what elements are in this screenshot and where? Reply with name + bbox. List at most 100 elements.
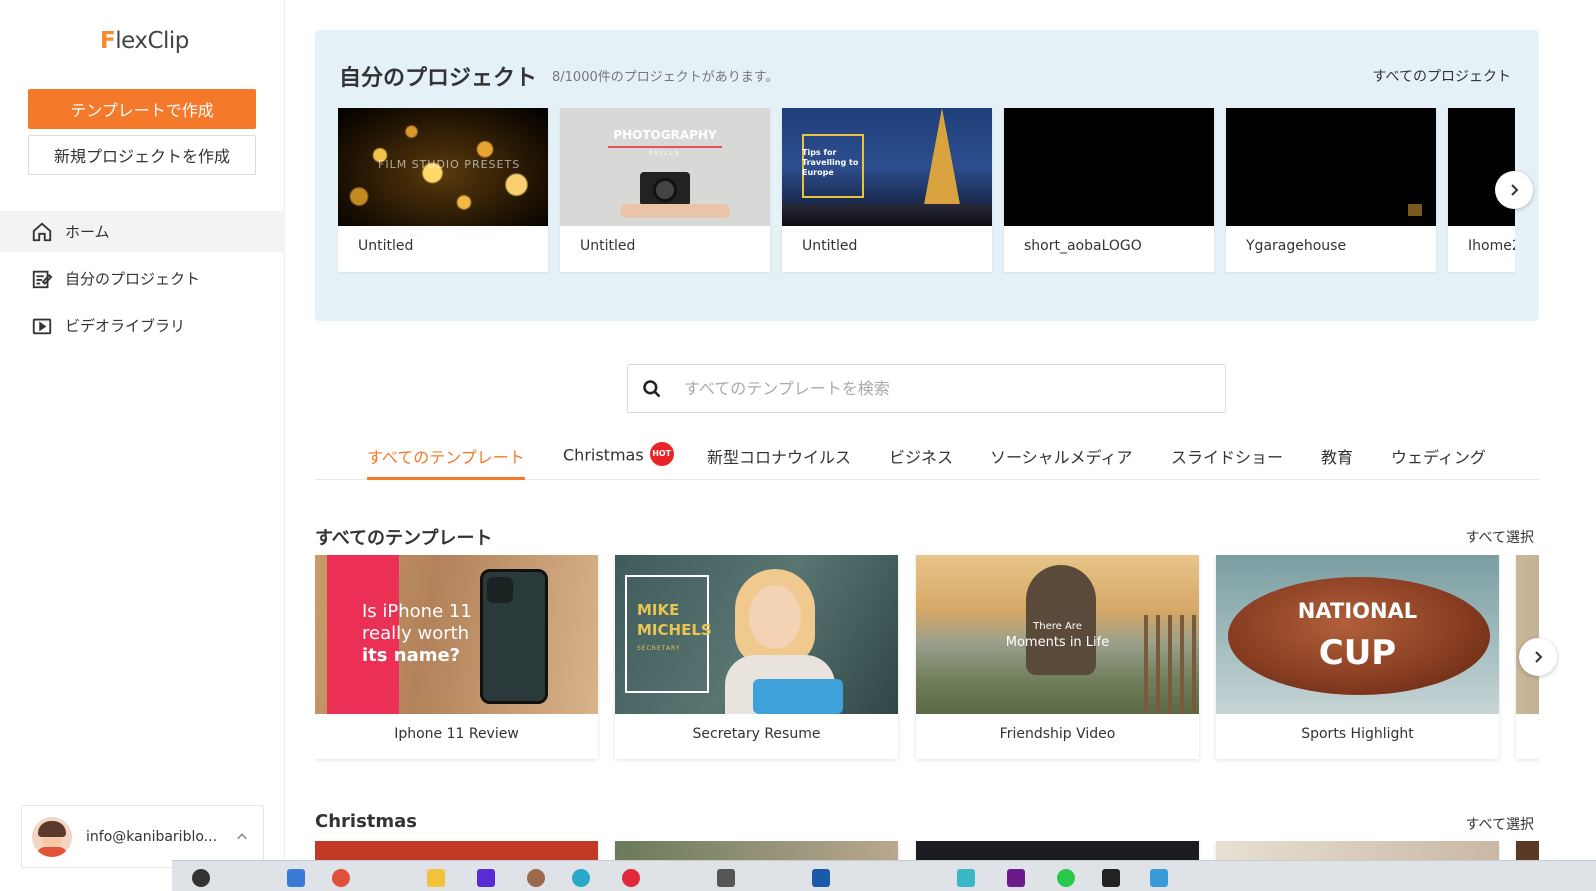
template-thumbnail: There Are Moments in Life	[916, 555, 1199, 714]
template-thumbnail	[1516, 841, 1539, 861]
folder-shape	[753, 679, 843, 714]
chevron-right-icon	[1535, 651, 1543, 663]
taskbar-app-icon[interactable]	[812, 869, 830, 887]
thumb-divider	[608, 146, 722, 148]
tab-covid[interactable]: 新型コロナウイルス	[707, 444, 851, 480]
my-projects-panel: 自分のプロジェクト 8/1000件のプロジェクトがあります。 すべてのプロジェク…	[315, 30, 1539, 321]
sidebar-item-label: ホーム	[65, 223, 110, 241]
project-thumbnail: FILM STUDIO PRESETS	[338, 108, 548, 226]
templates-next-button[interactable]	[1519, 638, 1557, 676]
city-shape	[782, 204, 992, 226]
project-thumb-text: Tips for Travelling to Europe	[802, 148, 859, 177]
christmas-select-all[interactable]: すべて選択	[1466, 814, 1534, 834]
tab-social-media[interactable]: ソーシャルメディア	[990, 444, 1133, 480]
taskbar-app-icon[interactable]	[1057, 869, 1075, 887]
project-card[interactable]: PHOTOGRAPHY SKILLS Untitled	[560, 108, 770, 272]
template-thumb-line1: MIKE	[637, 601, 680, 619]
template-thumbnail	[1216, 841, 1499, 861]
tab-slideshow[interactable]: スライドショー	[1171, 444, 1283, 480]
template-name: Sports Highlight	[1301, 726, 1414, 742]
template-thumb-line3: SECRETARY	[637, 645, 681, 652]
taskbar-app-icon[interactable]	[287, 869, 305, 887]
template-thumbnail: MIKE MICHELS SECRETARY	[615, 555, 898, 714]
taskbar-folder-icon[interactable]	[427, 869, 445, 887]
project-thumbnail: PHOTOGRAPHY SKILLS	[560, 108, 770, 226]
project-name: Untitled	[802, 238, 858, 254]
tab-education[interactable]: 教育	[1321, 444, 1353, 480]
template-card[interactable]: MIKE MICHELS SECRETARY Secretary Resume	[615, 555, 898, 759]
christmas-carousel	[315, 841, 1539, 861]
template-card[interactable]: Is iPhone 11 really worth its name? Ipho…	[315, 555, 598, 759]
taskbar-app-icon[interactable]	[622, 869, 640, 887]
sidebar-nav: ホーム 自分のプロジェクト ビデオライブラリ	[0, 211, 285, 352]
new-project-button[interactable]: 新規プロジェクトを作成	[28, 135, 256, 175]
all-projects-link[interactable]: すべてのプロジェクト	[1373, 66, 1511, 86]
taskbar-search-icon[interactable]	[192, 869, 210, 887]
tab-business[interactable]: ビジネス	[889, 444, 953, 480]
projects-next-button[interactable]	[1495, 171, 1533, 209]
taskbar-app-icon[interactable]	[332, 869, 350, 887]
project-thumb-sub: SKILLS	[648, 150, 681, 157]
template-card[interactable]	[615, 841, 898, 861]
sidebar-item-video-library[interactable]: ビデオライブラリ	[0, 305, 285, 346]
project-card[interactable]: Tips for Travelling to Europe Untitled	[782, 108, 992, 272]
logo-f: F	[100, 28, 116, 54]
taskbar-app-icon[interactable]	[717, 869, 735, 887]
phone-camera	[487, 577, 513, 603]
project-card[interactable]: short_aobaLOGO	[1004, 108, 1214, 272]
sidebar-item-label: ビデオライブラリ	[65, 317, 186, 335]
taskbar-app-icon[interactable]	[1150, 869, 1168, 887]
flexclip-logo[interactable]: FlexClip	[100, 28, 189, 54]
template-card[interactable]	[315, 841, 598, 861]
project-thumbnail	[1448, 108, 1515, 226]
template-name: Secretary Resume	[692, 726, 821, 742]
video-library-icon	[32, 318, 52, 334]
template-thumbnail: Is iPhone 11 really worth its name?	[315, 555, 598, 714]
sidebar: FlexClip テンプレートで作成 新規プロジェクトを作成 ホーム 自分のプロ…	[0, 0, 285, 891]
template-search[interactable]	[627, 364, 1226, 413]
template-thumbnail	[1516, 555, 1539, 714]
taskbar-app-icon[interactable]	[1007, 869, 1025, 887]
taskbar-app-icon[interactable]	[1102, 869, 1120, 887]
template-thumbnail: NATIONAL CUP	[1216, 555, 1499, 714]
search-input[interactable]	[684, 379, 1184, 398]
avatar-body	[37, 846, 67, 857]
account-menu[interactable]: info@kanibariblo...	[21, 805, 264, 868]
template-thumb-line1: Is iPhone 11	[362, 601, 472, 622]
template-card[interactable]: There Are Moments in Life Friendship Vid…	[916, 555, 1199, 759]
project-carousel: FILM STUDIO PRESETS Untitled PHOTOGRAPHY…	[338, 108, 1515, 274]
project-card[interactable]: Ygaragehouse	[1226, 108, 1436, 272]
chevron-up-icon[interactable]	[235, 830, 249, 844]
home-icon	[32, 222, 52, 241]
template-card[interactable]	[916, 841, 1199, 861]
sidebar-item-my-projects[interactable]: 自分のプロジェクト	[0, 258, 285, 299]
taskbar-app-icon[interactable]	[572, 869, 590, 887]
all-templates-title: すべてのテンプレート	[315, 528, 493, 549]
search-icon	[643, 379, 661, 397]
logo-text: lexClip	[115, 28, 189, 54]
taskbar-app-icon[interactable]	[477, 869, 495, 887]
template-card[interactable]	[1516, 841, 1539, 861]
chevron-right-icon	[1511, 184, 1519, 196]
taskbar-app-icon[interactable]	[527, 869, 545, 887]
tab-all-templates[interactable]: すべてのテンプレート	[367, 444, 525, 480]
template-thumb-line2: MICHELS	[637, 621, 712, 639]
template-card[interactable]	[1216, 841, 1499, 861]
taskbar-app-icon[interactable]	[957, 869, 975, 887]
avatar-hair	[38, 820, 66, 837]
template-thumbnail	[315, 841, 598, 861]
template-card[interactable]: NATIONAL CUP Sports Highlight	[1216, 555, 1499, 759]
template-thumb-line2: CUP	[1318, 633, 1397, 673]
create-from-template-button[interactable]: テンプレートで作成	[28, 89, 256, 129]
camera-lens	[653, 178, 677, 202]
tab-wedding[interactable]: ウェディング	[1391, 444, 1486, 480]
tab-christmas[interactable]: Christmas HOT	[563, 442, 674, 480]
all-templates-select-all[interactable]: すべて選択	[1466, 527, 1534, 547]
project-name: Ygaragehouse	[1246, 238, 1347, 254]
category-tabs: すべてのテンプレート Christmas HOT 新型コロナウイルス ビジネス ソ…	[315, 438, 1539, 480]
project-name: Untitled	[358, 238, 414, 254]
projects-title: 自分のプロジェクト	[339, 66, 538, 91]
sidebar-item-home[interactable]: ホーム	[0, 211, 285, 252]
project-card[interactable]: FILM STUDIO PRESETS Untitled	[338, 108, 548, 272]
project-thumbnail	[1004, 108, 1214, 226]
